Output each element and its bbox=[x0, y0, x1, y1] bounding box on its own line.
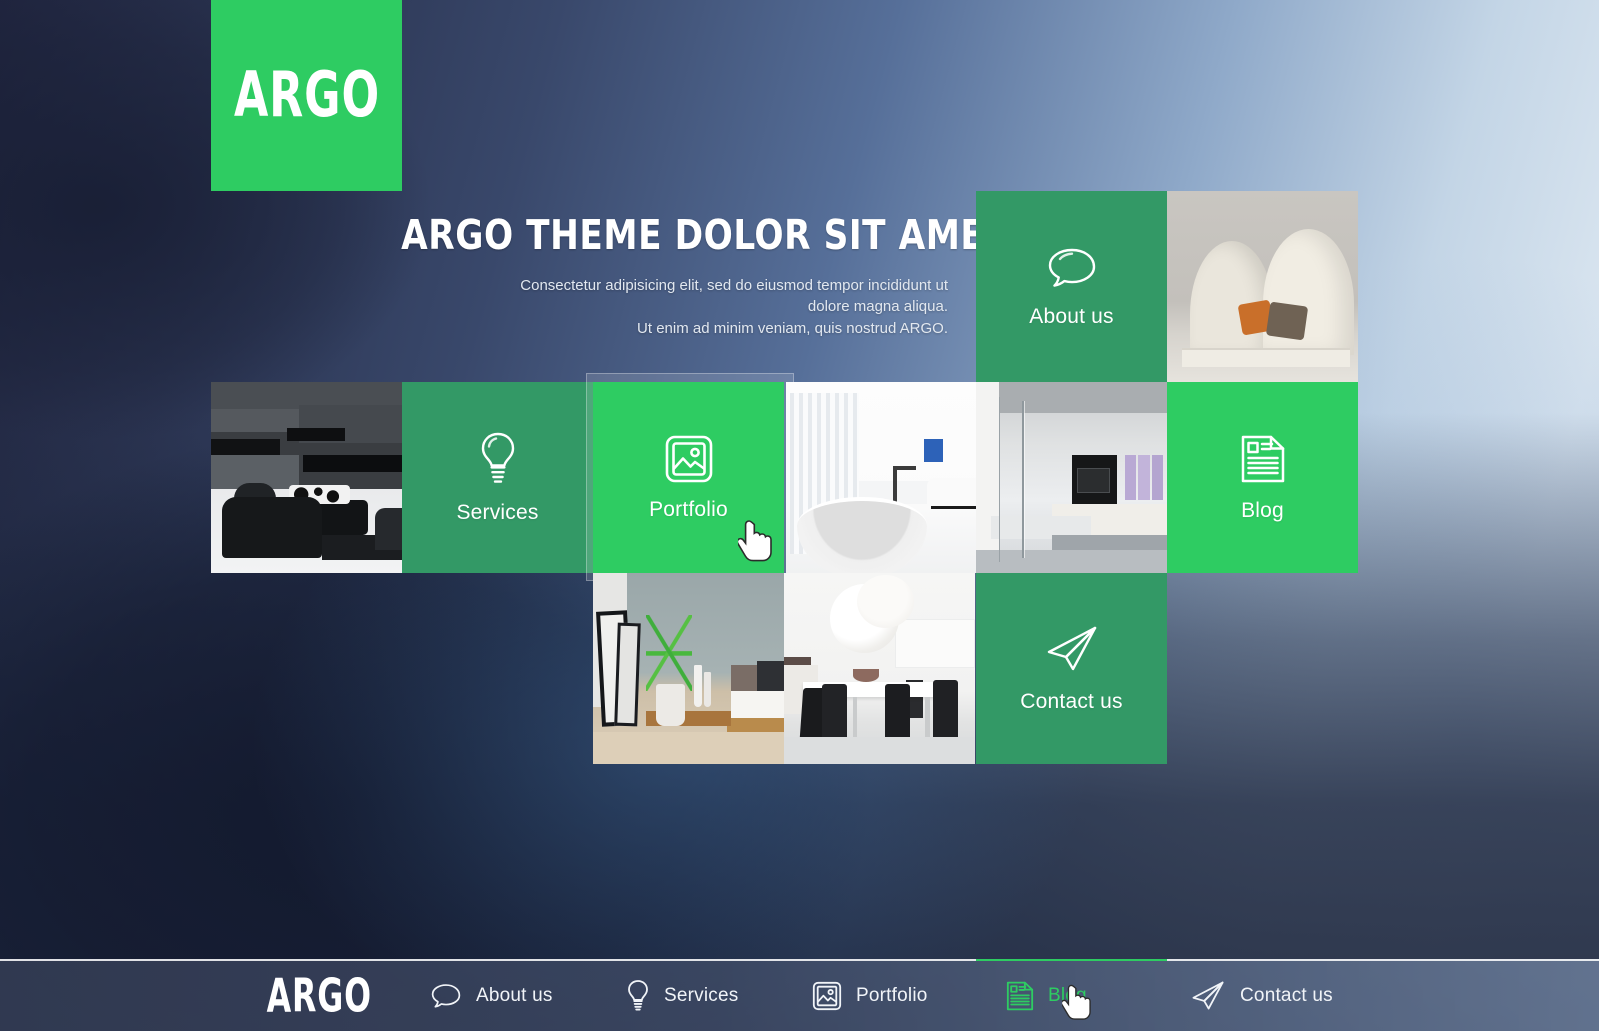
lightbulb-icon bbox=[626, 979, 650, 1013]
nav-logo[interactable]: ARGO bbox=[267, 969, 372, 1023]
lightbulb-icon bbox=[478, 431, 518, 487]
logo-text: ARGO bbox=[233, 59, 380, 132]
page-root: ARGO ARGO THEME DOLOR SIT AMET ELASDE Co… bbox=[0, 0, 1599, 1031]
paper-plane-icon bbox=[1044, 624, 1100, 676]
article-icon bbox=[1240, 433, 1286, 485]
bottom-navigation-bar: ARGO About us Services Portfolio Blog Co… bbox=[0, 959, 1599, 1031]
hero-subtitle-line-1: Consectetur adipisicing elit, sed do eiu… bbox=[520, 277, 948, 295]
tile-about-us-label: About us bbox=[1029, 304, 1114, 328]
photo-white-bathroom bbox=[786, 382, 977, 573]
nav-item-blog[interactable]: Blog bbox=[1006, 961, 1087, 1031]
tile-blog-label: Blog bbox=[1241, 498, 1284, 522]
image-icon bbox=[664, 434, 714, 484]
logo-tile[interactable]: ARGO bbox=[211, 0, 402, 191]
page-title: ARGO THEME DOLOR SIT AMET ELASDE bbox=[401, 211, 1173, 259]
paper-plane-icon bbox=[1190, 980, 1226, 1013]
tile-contact-us[interactable]: Contact us bbox=[976, 573, 1167, 764]
nav-item-services-label: Services bbox=[664, 985, 739, 1006]
nav-item-contact-us-label: Contact us bbox=[1240, 985, 1333, 1006]
photo-dining-room bbox=[784, 573, 975, 764]
photo-glass-interior bbox=[976, 382, 1167, 573]
tile-portfolio[interactable]: Portfolio bbox=[593, 382, 784, 573]
article-icon bbox=[1006, 980, 1034, 1012]
tile-services-label: Services bbox=[456, 500, 539, 524]
photo-cream-curved-sofa bbox=[1167, 191, 1358, 382]
nav-item-contact-us[interactable]: Contact us bbox=[1190, 961, 1333, 1031]
nav-item-portfolio[interactable]: Portfolio bbox=[812, 961, 928, 1031]
speech-bubble-icon bbox=[1046, 245, 1098, 291]
image-icon bbox=[812, 981, 842, 1011]
nav-item-services[interactable]: Services bbox=[626, 961, 738, 1031]
hero-text-block: ARGO THEME DOLOR SIT AMET ELASDE Consect… bbox=[360, 211, 1173, 339]
tile-portfolio-label: Portfolio bbox=[649, 497, 728, 521]
tile-about-us[interactable]: About us bbox=[976, 191, 1167, 382]
tile-contact-us-label: Contact us bbox=[1020, 689, 1123, 713]
nav-item-about-us-label: About us bbox=[476, 985, 553, 1006]
hero-subtitle-line-2: dolore magna aliqua. bbox=[807, 298, 948, 316]
photo-bedroom-plant bbox=[593, 573, 784, 764]
nav-item-about-us[interactable]: About us bbox=[430, 961, 553, 1031]
nav-item-portfolio-label: Portfolio bbox=[856, 985, 928, 1006]
nav-item-blog-label: Blog bbox=[1048, 985, 1087, 1006]
photo-dark-living-room bbox=[211, 382, 402, 573]
speech-bubble-icon bbox=[430, 982, 462, 1010]
hero-subtitle-line-3: Ut enim ad minim veniam, quis nostrud AR… bbox=[637, 319, 948, 337]
tile-blog[interactable]: Blog bbox=[1167, 382, 1358, 573]
tile-services[interactable]: Services bbox=[402, 382, 593, 573]
